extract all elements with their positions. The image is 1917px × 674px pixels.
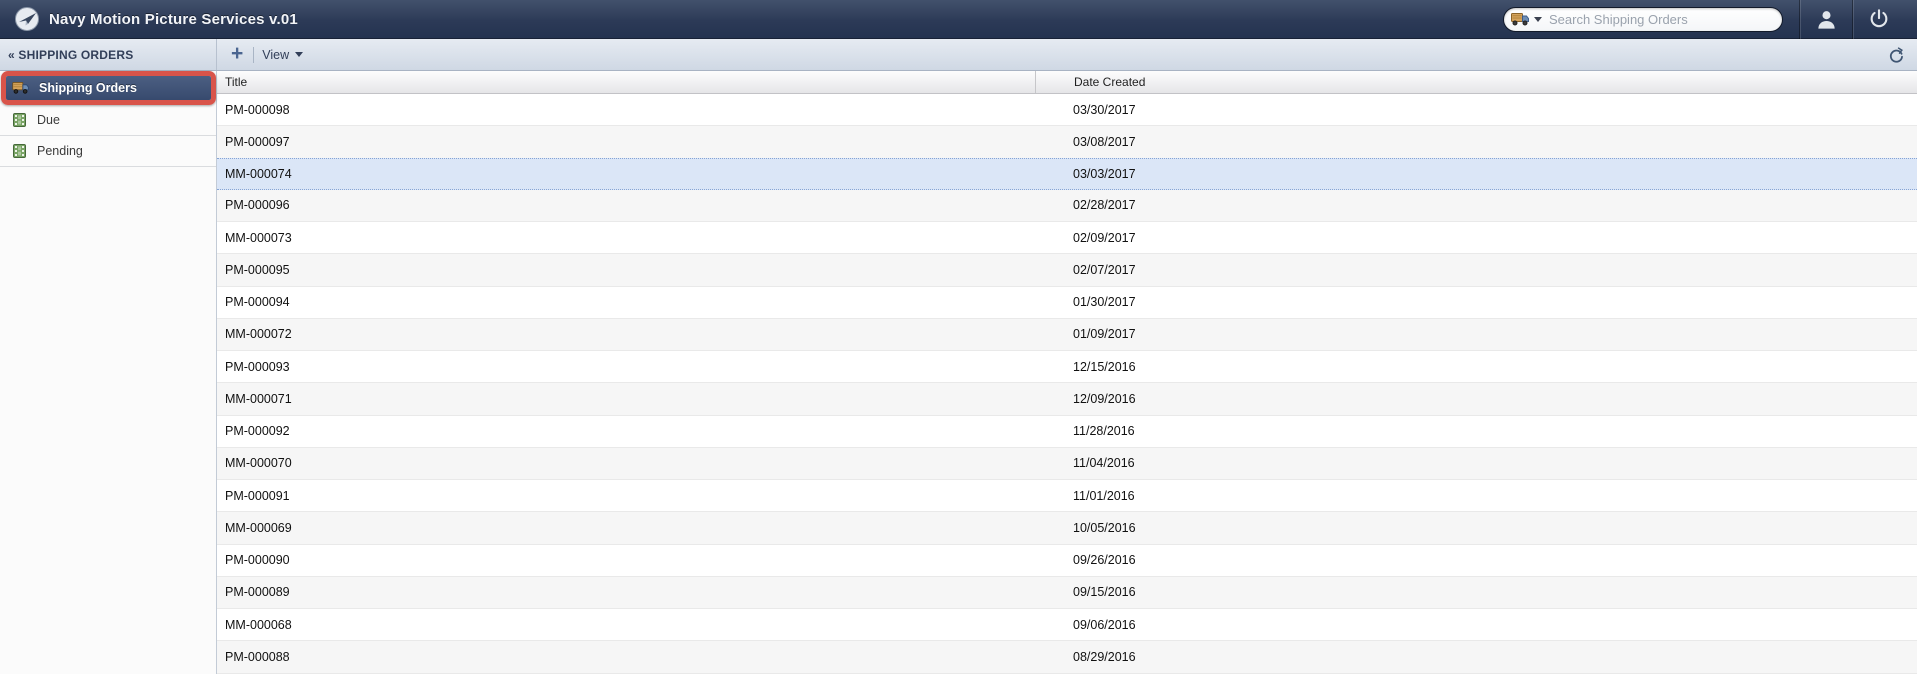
row-date-created: 10/05/2016 [1073,520,1136,535]
toolbar-separator [253,46,255,63]
row-date-created: 02/28/2017 [1073,198,1136,213]
table-row[interactable]: PM-000098 03/30/2017 [217,94,1917,127]
row-title: PM-000091 [225,488,290,503]
table-row[interactable]: PM-000093 12/15/2016 [217,351,1917,384]
row-title: PM-000096 [225,198,290,213]
film-icon [9,113,29,127]
logout-button[interactable] [1853,0,1905,39]
row-title: PM-000092 [225,424,290,439]
shipping-orders-table: Title Date Created PM-000098 03/30/2017 … [217,71,1917,674]
app-window: Navy Motion Picture Services v.01 Search… [0,0,1917,674]
chevron-down-icon [295,52,304,57]
film-icon [9,144,29,158]
sidebar-item-shipping-orders[interactable]: Shipping Orders [6,76,211,100]
table-row[interactable]: PM-000088 08/29/2016 [217,641,1917,674]
brand: Navy Motion Picture Services v.01 [14,6,298,32]
table-row[interactable]: MM-000068 09/06/2016 [217,609,1917,642]
annotation-highlight-box: Shipping Orders [1,71,216,105]
row-date-created: 08/29/2016 [1073,649,1136,664]
toolbar: « SHIPPING ORDERS + View [0,39,1917,71]
row-date-created: 12/09/2016 [1073,391,1136,406]
row-date-created: 01/30/2017 [1073,295,1136,310]
row-title: PM-000098 [225,102,290,117]
refresh-icon [1889,46,1904,63]
table-row[interactable]: MM-000070 11/04/2016 [217,447,1917,480]
table-row[interactable]: MM-000072 01/09/2017 [217,318,1917,351]
search-box[interactable] [1503,6,1783,32]
search-scope-truck-icon[interactable] [1511,12,1530,26]
row-date-created: 02/07/2017 [1073,262,1136,277]
sidebar: Shipping Orders Due Pending [0,71,217,674]
table-row[interactable]: PM-000096 02/28/2017 [217,189,1917,222]
row-date-created: 11/04/2016 [1073,456,1135,471]
table-body: PM-000098 03/30/2017 PM-000097 03/08/201… [217,94,1917,674]
row-date-created: 03/30/2017 [1073,102,1136,117]
row-title: MM-000073 [225,230,292,245]
content-area: Shipping Orders Due Pending Title Date C… [0,71,1917,674]
truck-icon [11,82,31,94]
row-title: MM-000070 [225,456,292,471]
row-title: PM-000095 [225,262,290,277]
toolbar-main: + View [217,39,1917,70]
sidebar-item-due[interactable]: Due [0,105,216,136]
row-title: PM-000094 [225,295,290,310]
row-title: PM-000089 [225,585,290,600]
table-row[interactable]: PM-000091 11/01/2016 [217,480,1917,513]
table-row[interactable]: PM-000097 03/08/2017 [217,126,1917,159]
app-logo-paper-plane-icon [14,6,40,32]
table-row[interactable]: PM-000089 09/15/2016 [217,576,1917,609]
refresh-button[interactable] [1889,46,1904,63]
row-date-created: 03/03/2017 [1073,166,1136,181]
row-date-created: 11/28/2016 [1073,424,1135,439]
row-date-created: 09/06/2016 [1073,617,1136,632]
row-title: MM-000071 [225,391,292,406]
breadcrumb-shipping-orders[interactable]: « SHIPPING ORDERS [0,39,217,70]
row-title: PM-000093 [225,359,290,374]
row-title: MM-000074 [225,166,292,181]
sidebar-item-label: Shipping Orders [39,81,137,95]
person-icon [1815,8,1838,31]
power-icon [1868,8,1890,30]
table-row[interactable]: MM-000069 10/05/2016 [217,512,1917,545]
search-scope-caret-icon[interactable] [1534,16,1542,22]
app-header: Navy Motion Picture Services v.01 [0,0,1917,39]
breadcrumb-label: « SHIPPING ORDERS [8,47,134,62]
app-title: Navy Motion Picture Services v.01 [49,10,298,28]
table-row[interactable]: PM-000092 11/28/2016 [217,415,1917,448]
search-input[interactable] [1542,11,1772,27]
table-row[interactable]: PM-000094 01/30/2017 [217,286,1917,319]
sidebar-item-pending[interactable]: Pending [0,136,216,167]
row-date-created: 03/08/2017 [1073,134,1136,149]
row-title: MM-000072 [225,327,292,342]
sidebar-item-label: Pending [37,144,83,158]
row-title: PM-000097 [225,134,290,149]
table-row[interactable]: PM-000090 09/26/2016 [217,544,1917,577]
table-row[interactable]: PM-000095 02/07/2017 [217,254,1917,287]
table-row[interactable]: MM-000073 02/09/2017 [217,222,1917,255]
table-row[interactable]: MM-000074 03/03/2017 [217,157,1917,190]
row-title: MM-000069 [225,520,292,535]
view-dropdown-label: View [262,47,290,62]
row-date-created: 11/01/2016 [1073,488,1135,503]
table-header: Title Date Created [217,71,1917,94]
row-date-created: 01/09/2017 [1073,327,1136,342]
row-date-created: 09/15/2016 [1073,585,1136,600]
header-actions [1503,0,1905,39]
column-header-title[interactable]: Title [217,71,1035,93]
row-date-created: 09/26/2016 [1073,553,1136,568]
view-dropdown[interactable]: View [262,47,304,62]
table-row[interactable]: MM-000071 12/09/2016 [217,383,1917,416]
row-title: PM-000088 [225,649,290,664]
row-date-created: 02/09/2017 [1073,230,1136,245]
user-button[interactable] [1800,0,1852,39]
add-button[interactable]: + [227,43,247,67]
row-date-created: 12/15/2016 [1073,359,1136,374]
sidebar-item-label: Due [37,113,60,127]
column-header-date-created[interactable]: Date Created [1035,71,1917,93]
row-title: MM-000068 [225,617,292,632]
row-title: PM-000090 [225,553,290,568]
